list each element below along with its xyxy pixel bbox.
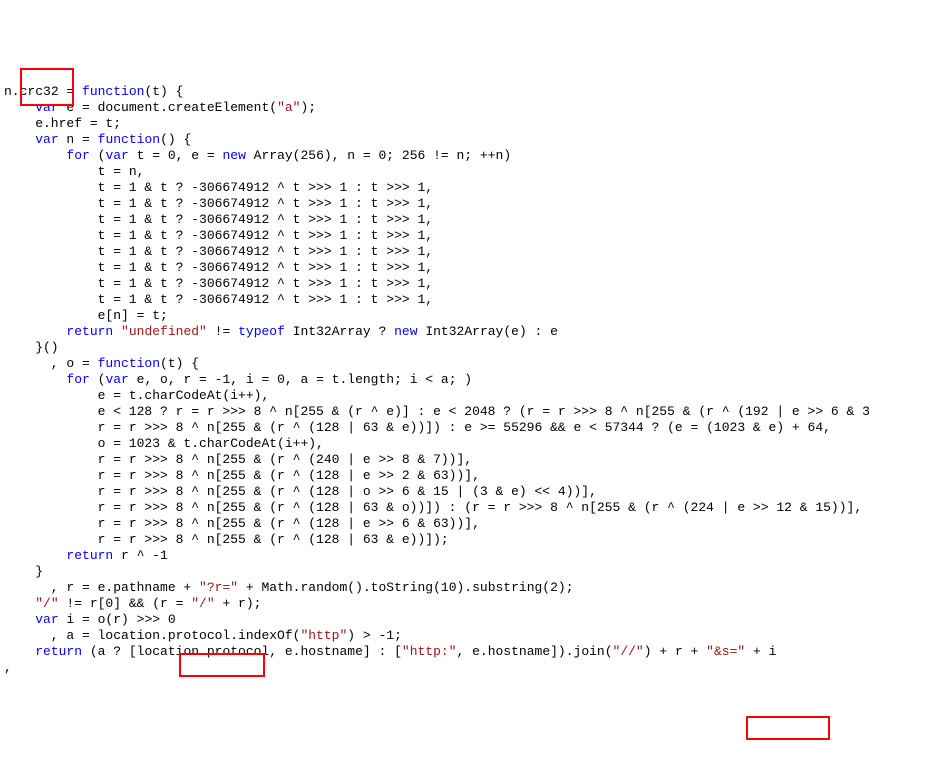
code-line: e[n] = t; bbox=[4, 308, 168, 323]
code-line: n.crc32 = function(t) { bbox=[4, 84, 183, 99]
code-line: , r = e.pathname + "?r=" + Math.random()… bbox=[4, 580, 574, 595]
code-line: o = 1023 & t.charCodeAt(i++), bbox=[4, 436, 324, 451]
code-line: r = r >>> 8 ^ n[255 & (r ^ (128 | e >> 6… bbox=[4, 516, 480, 531]
code-line: e = t.charCodeAt(i++), bbox=[4, 388, 269, 403]
code-line: t = n, bbox=[4, 164, 144, 179]
code-line: t = 1 & t ? -306674912 ^ t >>> 1 : t >>>… bbox=[4, 228, 433, 243]
code-line: , o = function(t) { bbox=[4, 356, 199, 371]
code-line: e.href = t; bbox=[4, 116, 121, 131]
code-line: for (var e, o, r = -1, i = 0, a = t.leng… bbox=[4, 372, 472, 387]
code-line: t = 1 & t ? -306674912 ^ t >>> 1 : t >>>… bbox=[4, 196, 433, 211]
code-line: } bbox=[4, 564, 43, 579]
code-line: r = r >>> 8 ^ n[255 & (r ^ (128 | o >> 6… bbox=[4, 484, 597, 499]
code-line: t = 1 & t ? -306674912 ^ t >>> 1 : t >>>… bbox=[4, 260, 433, 275]
code-line: r = r >>> 8 ^ n[255 & (r ^ (128 | 63 & e… bbox=[4, 420, 831, 435]
code-line: r = r >>> 8 ^ n[255 & (r ^ (240 | e >> 8… bbox=[4, 452, 472, 467]
code-line: var n = function() { bbox=[4, 132, 191, 147]
code-line: t = 1 & t ? -306674912 ^ t >>> 1 : t >>>… bbox=[4, 276, 433, 291]
code-line: t = 1 & t ? -306674912 ^ t >>> 1 : t >>>… bbox=[4, 292, 433, 307]
code-line: r = r >>> 8 ^ n[255 & (r ^ (128 | 63 & o… bbox=[4, 500, 862, 515]
code-line: e < 128 ? r = r >>> 8 ^ n[255 & (r ^ e)]… bbox=[4, 404, 870, 419]
code-line: r = r >>> 8 ^ n[255 & (r ^ (128 | 63 & e… bbox=[4, 532, 449, 547]
code-line: , a = location.protocol.indexOf("http") … bbox=[4, 628, 402, 643]
code-line: r = r >>> 8 ^ n[255 & (r ^ (128 | e >> 2… bbox=[4, 468, 480, 483]
code-line: t = 1 & t ? -306674912 ^ t >>> 1 : t >>>… bbox=[4, 244, 433, 259]
code-line: t = 1 & t ? -306674912 ^ t >>> 1 : t >>>… bbox=[4, 212, 433, 227]
code-line: for (var t = 0, e = new Array(256), n = … bbox=[4, 148, 511, 163]
code-block: n.crc32 = function(t) { var e = document… bbox=[4, 68, 922, 692]
code-line: return r ^ -1 bbox=[4, 548, 168, 563]
s-param-box bbox=[746, 716, 830, 740]
code-line: return "undefined" != typeof Int32Array … bbox=[4, 324, 558, 339]
code-line: var i = o(r) >>> 0 bbox=[4, 612, 176, 627]
code-line: , bbox=[4, 660, 12, 675]
code-line: "/" != r[0] && (r = "/" + r); bbox=[4, 596, 261, 611]
code-line: var e = document.createElement("a"); bbox=[4, 100, 316, 115]
code-line: }() bbox=[4, 340, 59, 355]
code-line: return (a ? [location.protocol, e.hostna… bbox=[4, 644, 776, 659]
code-line: t = 1 & t ? -306674912 ^ t >>> 1 : t >>>… bbox=[4, 180, 433, 195]
